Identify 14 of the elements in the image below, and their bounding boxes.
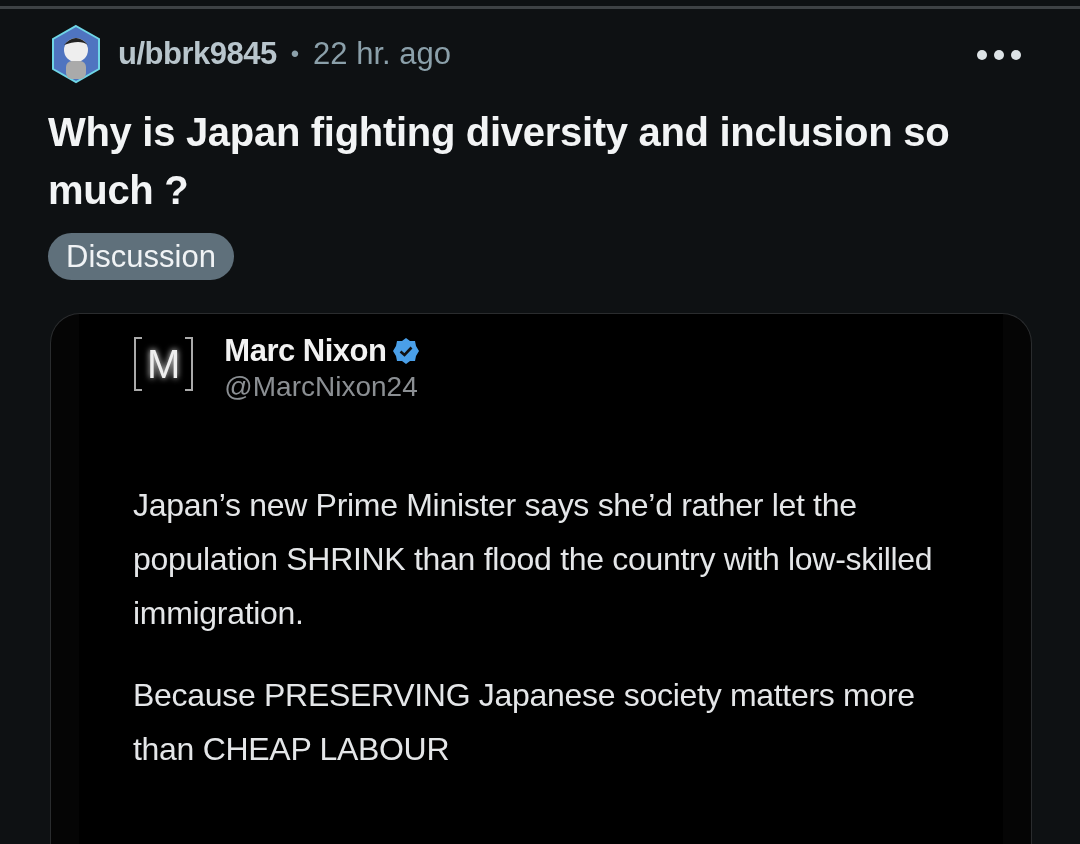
more-icon[interactable] xyxy=(976,48,1022,61)
post-time: 22 hr. ago xyxy=(313,34,451,73)
tweet-text: Japan’s new Prime Minister says she’d rather let the population SHRINK than flood the country with low-skilled immigration. xyxy=(133,486,934,633)
tweet-handle: @MarcNixon24 xyxy=(224,370,419,404)
logo-letter: M xyxy=(146,341,182,388)
tweet-text: Because PRESERVING Japanese society matters more than CHEAP LABOUR xyxy=(133,676,916,769)
bracket-icon xyxy=(184,336,195,392)
bracket-icon xyxy=(133,336,143,392)
tweet-author-name: Marc Nixon xyxy=(224,332,387,370)
post-title: Why is Japan fighting diversity and inclusion so much ? xyxy=(48,109,951,214)
username-link[interactable]: u/bbrk9845 xyxy=(118,30,277,78)
flair-tag[interactable]: Discussion xyxy=(48,233,234,280)
separator-dot: • xyxy=(290,39,300,69)
avatar-icon[interactable] xyxy=(50,23,102,85)
